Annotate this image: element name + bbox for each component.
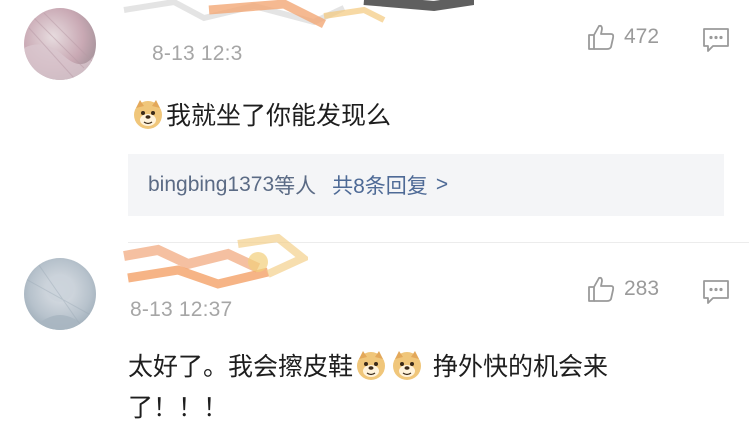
username-redacted xyxy=(114,0,474,40)
redaction-scribble xyxy=(123,234,308,289)
doge-emoji-icon xyxy=(132,98,164,130)
comment-text: 挣外快的机会来 xyxy=(432,352,608,381)
comment-text: 我就坐了你能发现么 xyxy=(166,101,392,130)
comment-feed: 8-13 12:3 472 我就坐了你能发现么 bingbing1373 等人 … xyxy=(0,0,749,436)
thumbs-up-icon xyxy=(586,22,616,52)
comment-timestamp: 8-13 12:37 xyxy=(130,298,233,321)
comment-bubble-icon[interactable] xyxy=(701,278,731,306)
comment-body-line2: 了！！！ xyxy=(128,393,229,422)
reply-user-link[interactable]: bingbing1373 xyxy=(148,173,274,197)
replies-summary[interactable]: bingbing1373 等人 共8条回复 > xyxy=(128,154,724,216)
thumbs-up-icon xyxy=(586,274,616,304)
comment-body: 我就坐了你能发现么 xyxy=(130,96,391,136)
avatar[interactable] xyxy=(24,8,96,80)
comment-text: 太好了。我会擦皮鞋 xyxy=(128,352,354,381)
like-button[interactable]: 283 xyxy=(586,274,659,304)
comment-bubble-icon[interactable] xyxy=(701,26,731,54)
avatar-image xyxy=(24,258,96,330)
like-count: 283 xyxy=(624,277,660,300)
reply-count-link[interactable]: 共8条回复 xyxy=(332,170,428,200)
like-button[interactable]: 472 xyxy=(586,22,659,52)
comment-timestamp: 8-13 12:3 xyxy=(152,42,243,65)
chevron-right-icon: > xyxy=(435,173,449,196)
username-redacted xyxy=(118,234,308,304)
avatar-image xyxy=(24,8,96,80)
doge-emoji-icon xyxy=(391,349,423,381)
like-count: 472 xyxy=(624,25,660,48)
avatar[interactable] xyxy=(24,258,96,330)
redaction-scribble xyxy=(123,0,474,29)
comment-body: 太好了。我会擦皮鞋 挣外快的机会来 xyxy=(128,347,608,387)
reply-user-suffix: 等人 xyxy=(274,175,317,198)
doge-emoji-icon xyxy=(355,349,387,381)
